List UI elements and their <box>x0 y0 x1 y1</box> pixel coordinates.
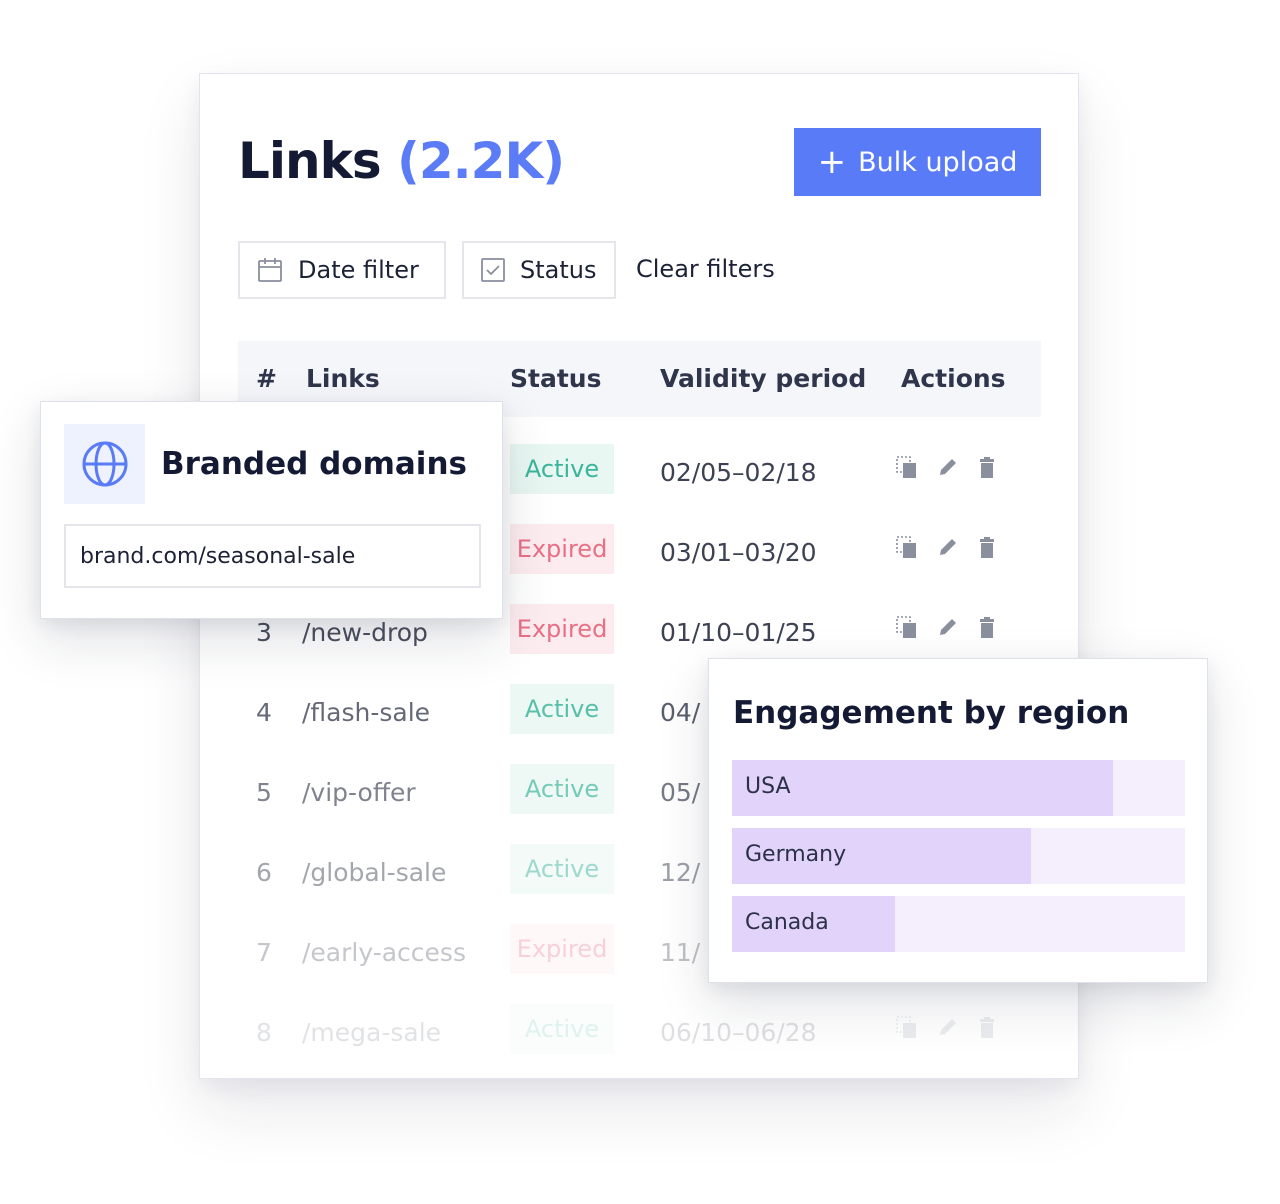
branded-domains-title: Branded domains <box>161 446 467 482</box>
copy-icon[interactable] <box>896 536 918 560</box>
row-validity-period: 01/10–01/25 <box>660 618 817 647</box>
region-bar: Germany <box>732 828 1185 884</box>
delete-icon[interactable] <box>976 1016 998 1040</box>
row-link[interactable]: /early-access <box>302 938 466 967</box>
branded-domains-panel: Branded domains <box>40 401 503 619</box>
row-number: 7 <box>256 938 272 967</box>
region-label: Germany <box>745 842 847 867</box>
globe-icon-box <box>64 424 145 504</box>
copy-icon[interactable] <box>896 456 918 480</box>
table-row: 8/mega-sale Active 06/10–06/28 <box>238 1004 1041 1064</box>
row-actions <box>896 536 998 560</box>
date-filter-button[interactable]: Date filter <box>238 241 446 299</box>
status-badge: Expired <box>510 924 614 974</box>
engagement-panel: Engagement by region USA Germany Canada <box>708 658 1208 983</box>
delete-icon[interactable] <box>976 456 998 480</box>
row-number: 4 <box>256 698 272 727</box>
column-header-validity: Validity period <box>660 364 867 393</box>
row-number: 8 <box>256 1018 272 1047</box>
column-header-actions: Actions <box>901 364 1006 393</box>
region-label: USA <box>745 774 791 799</box>
delete-icon[interactable] <box>976 616 998 640</box>
copy-icon[interactable] <box>896 616 918 640</box>
links-count: (2.2K) <box>397 132 565 190</box>
clear-filters-link[interactable]: Clear filters <box>636 255 775 283</box>
region-bar: USA <box>732 760 1185 816</box>
row-validity-period: 04/ <box>660 698 701 727</box>
checkbox-icon <box>481 258 505 282</box>
status-filter-label: Status <box>520 256 597 284</box>
bulk-upload-label: Bulk upload <box>858 146 1018 178</box>
edit-icon[interactable] <box>936 616 958 640</box>
engagement-title: Engagement by region <box>733 695 1130 731</box>
status-badge: Expired <box>510 524 614 574</box>
bulk-upload-button[interactable]: + Bulk upload <box>794 128 1041 196</box>
copy-icon[interactable] <box>896 1016 918 1040</box>
globe-icon <box>82 441 127 487</box>
edit-icon[interactable] <box>936 456 958 480</box>
edit-icon[interactable] <box>936 1016 958 1040</box>
date-filter-label: Date filter <box>298 256 419 284</box>
plus-icon: + <box>817 142 847 182</box>
column-header-status: Status <box>510 364 602 393</box>
column-header-number: # <box>256 364 277 393</box>
row-actions <box>896 616 998 640</box>
status-badge: Active <box>510 684 614 734</box>
row-validity-period: 02/05–02/18 <box>660 458 817 487</box>
region-bar: Canada <box>732 896 1185 952</box>
row-link[interactable]: /flash-sale <box>302 698 430 727</box>
status-badge: Active <box>510 444 614 494</box>
row-number: 5 <box>256 778 272 807</box>
row-number: 6 <box>256 858 272 887</box>
row-validity-period: 11/ <box>660 938 701 967</box>
row-link[interactable]: /mega-sale <box>302 1018 441 1047</box>
delete-icon[interactable] <box>976 536 998 560</box>
row-actions <box>896 456 998 480</box>
edit-icon[interactable] <box>936 536 958 560</box>
row-link[interactable]: /global-sale <box>302 858 446 887</box>
row-validity-period: 06/10–06/28 <box>660 1018 817 1047</box>
status-filter-button[interactable]: Status <box>462 241 616 299</box>
row-actions <box>896 1016 998 1040</box>
domain-input[interactable] <box>64 524 481 588</box>
row-validity-period: 03/01–03/20 <box>660 538 817 567</box>
status-badge: Active <box>510 764 614 814</box>
status-badge: Active <box>510 1004 614 1054</box>
row-link[interactable]: /vip-offer <box>302 778 416 807</box>
status-badge: Active <box>510 844 614 894</box>
page-title: Links (2.2K) <box>238 132 565 190</box>
column-header-links: Links <box>306 364 380 393</box>
row-validity-period: 12/ <box>660 858 701 887</box>
status-badge: Expired <box>510 604 614 654</box>
region-label: Canada <box>745 910 829 935</box>
page-title-text: Links <box>238 132 382 190</box>
row-link[interactable]: /new-drop <box>302 618 428 647</box>
calendar-icon <box>258 258 282 282</box>
row-number: 3 <box>256 618 272 647</box>
row-validity-period: 05/ <box>660 778 701 807</box>
